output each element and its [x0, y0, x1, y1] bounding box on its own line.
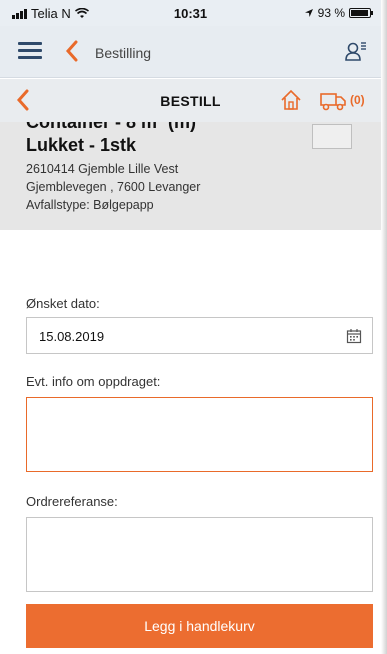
product-title-line-1: Container - 8 m³ (m) — [26, 122, 197, 132]
reference-label: Ordrereferanse: — [26, 494, 118, 509]
location-arrow-icon — [304, 9, 313, 17]
product-title-line-2: Lukket - 1stk — [26, 135, 137, 155]
page-header: BESTILL (0) — [0, 79, 381, 122]
screen-edge-shadow — [381, 0, 387, 654]
chevron-left-icon[interactable] — [62, 38, 82, 64]
info-textarea[interactable] — [26, 397, 373, 472]
truck-icon[interactable] — [320, 89, 346, 111]
battery-percent: 93 % — [317, 6, 345, 20]
cart-count[interactable]: (0) — [350, 93, 365, 107]
calendar-icon[interactable] — [346, 328, 362, 344]
product-address-line-2: Gjemblevegen , 7600 Levanger — [26, 180, 201, 194]
date-field[interactable]: 15.08.2019 — [26, 317, 373, 354]
add-to-cart-button[interactable]: Legg i handlekurv — [26, 604, 373, 648]
product-summary: Container - 8 m³ (m) Lukket - 1stk 26104… — [0, 122, 381, 230]
info-label: Evt. info om oppdraget: — [26, 374, 161, 389]
product-waste-type: Avfallstype: Bølgepapp — [26, 198, 154, 212]
product-select-checkbox[interactable] — [312, 124, 352, 149]
status-bar: Telia N 10:31 93 % — [0, 0, 381, 26]
home-icon[interactable] — [280, 89, 302, 111]
date-value: 15.08.2019 — [39, 329, 105, 344]
reference-textarea[interactable] — [26, 517, 373, 592]
hamburger-icon[interactable] — [18, 42, 42, 60]
product-address-line-1: 2610414 Gjemble Lille Vest — [26, 162, 179, 176]
phone-screen: Telia N 10:31 93 % Bestilling BESTILL (0… — [0, 0, 387, 654]
nav-title[interactable]: Bestilling — [95, 45, 151, 61]
status-right: 93 % — [304, 6, 373, 20]
battery-icon — [349, 8, 373, 18]
app-nav-bar: Bestilling — [0, 26, 381, 78]
date-label: Ønsket dato: — [26, 296, 100, 311]
user-settings-icon[interactable] — [345, 40, 367, 62]
